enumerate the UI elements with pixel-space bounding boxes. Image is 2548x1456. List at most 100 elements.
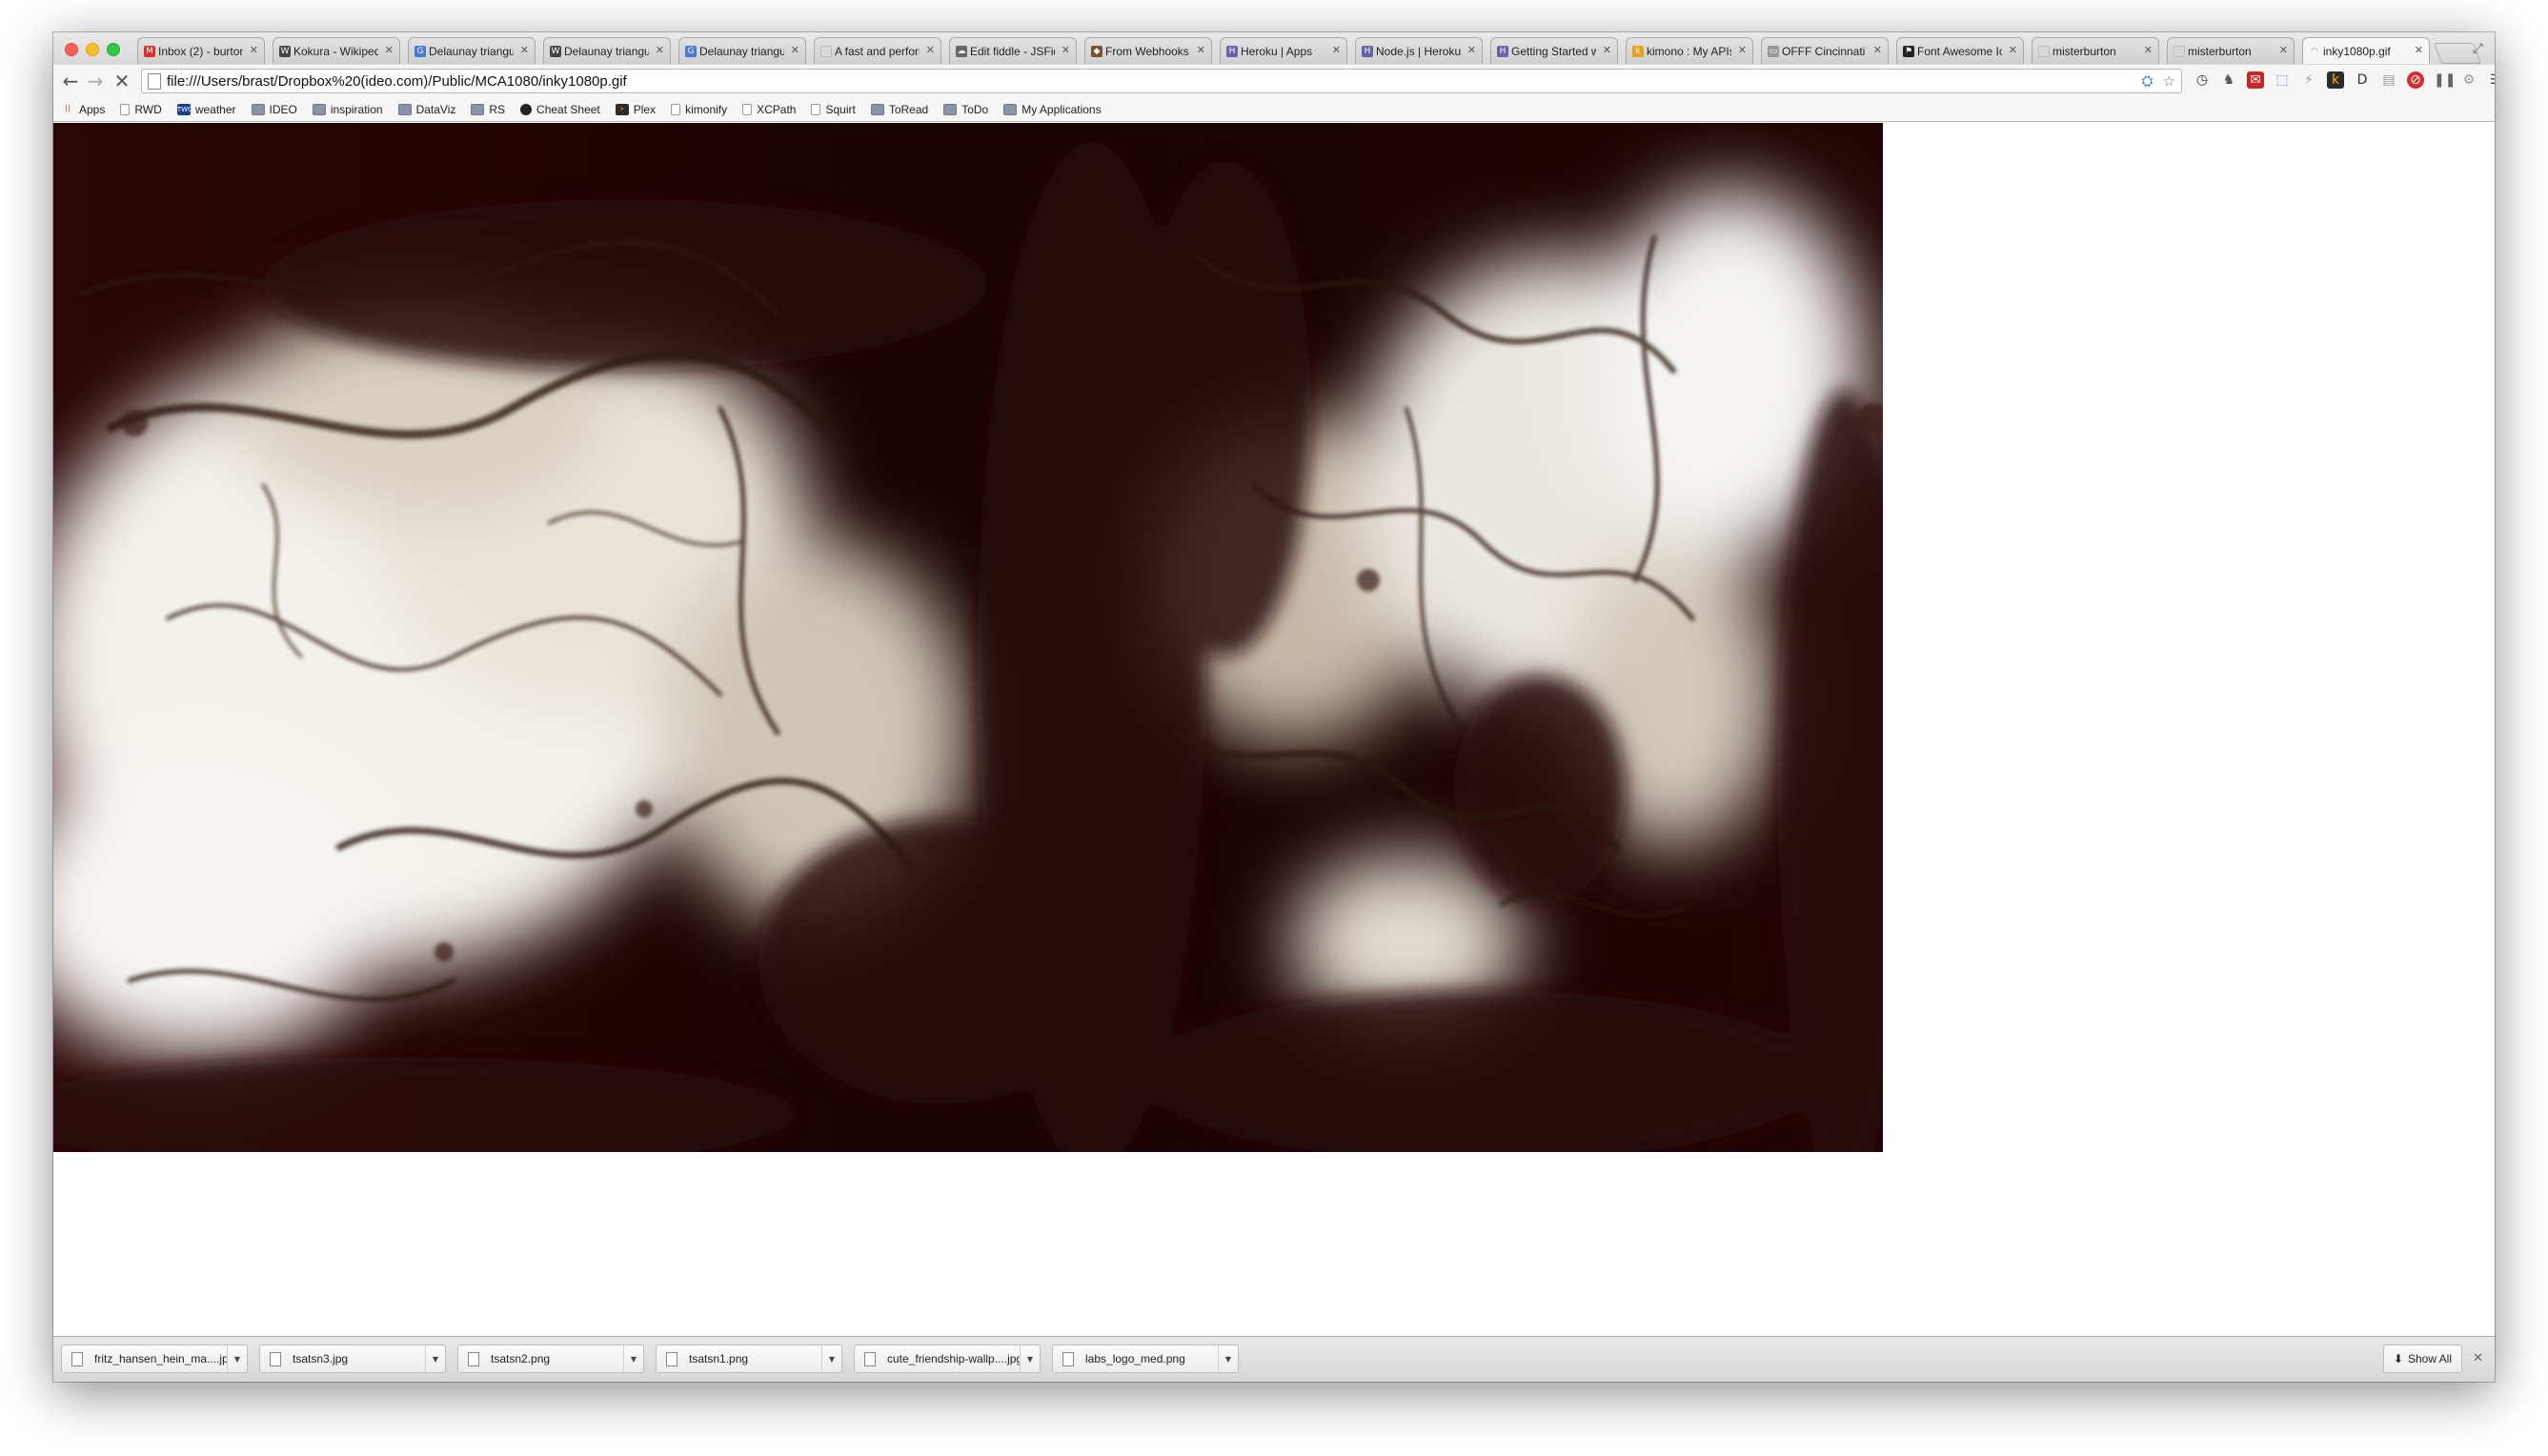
download-menu-icon[interactable]: ▼ — [227, 1345, 247, 1372]
tab-close-icon[interactable]: ✕ — [520, 44, 529, 56]
url-text[interactable]: file:///Users/brast/Dropbox%20(ideo.com)… — [167, 73, 627, 90]
bookmark-rwd[interactable]: RWD — [120, 103, 162, 116]
tab-close-icon[interactable]: ✕ — [1332, 44, 1341, 56]
extension-pause-icon[interactable]: ❚❚ — [2434, 71, 2456, 89]
tab[interactable]: ◆ From Webhooks ✕ — [1084, 37, 1212, 64]
stop-loading-button[interactable]: ✕ — [111, 70, 133, 92]
fullscreen-icon[interactable]: ⤢ — [2473, 40, 2483, 56]
zoom-window-button[interactable] — [107, 43, 120, 56]
extension-clock-icon[interactable]: ◷ — [2194, 71, 2211, 89]
bookmark-kimonify[interactable]: kimonify — [671, 103, 727, 116]
tab[interactable]: misterburton ✕ — [2167, 37, 2295, 64]
back-button[interactable]: ← — [59, 70, 82, 92]
bookmark-squirt[interactable]: Squirt — [811, 103, 856, 116]
tab-close-icon[interactable]: ✕ — [1062, 44, 1070, 56]
tab-title: OFFF Cincinnati — [1782, 44, 1866, 58]
tab[interactable]: WKokura - Wikipedia ✕ — [273, 37, 400, 64]
bookmark-toread[interactable]: ToRead — [870, 103, 928, 116]
tab[interactable]: H Heroku | Apps ✕ — [1220, 37, 1347, 64]
folder-icon — [251, 103, 265, 115]
bookmark-rs[interactable]: RS — [471, 103, 505, 116]
tab[interactable]: ▭ OFFF Cincinnati ✕ — [1761, 37, 1889, 64]
toolbar: ← → ✕ file:///Users/brast/Dropbox%20(ide… — [53, 65, 2495, 97]
forward-button[interactable]: → — [84, 70, 107, 92]
bookmark-todo[interactable]: ToDo — [943, 103, 988, 116]
tab[interactable]: ☁Edit fiddle - JSFiddle ✕ — [949, 37, 1077, 64]
tab[interactable]: ⚑Font Awesome Icons ✕ — [1896, 37, 2024, 64]
bookmark-label: DataViz — [415, 102, 456, 116]
tab-close-icon[interactable]: ✕ — [1738, 44, 1747, 56]
tab[interactable]: GDelaunay triangulation ✕ — [408, 37, 536, 64]
tab-close-icon[interactable]: ✕ — [2009, 44, 2017, 56]
tab[interactable]: M Inbox (2) - burton ✕ — [137, 37, 265, 64]
tab-title: From Webhooks — [1105, 44, 1189, 58]
minimize-window-button[interactable] — [86, 43, 99, 56]
tab[interactable]: A fast and performant ✕ — [814, 37, 941, 64]
extension-kimono-icon[interactable]: k — [2327, 71, 2344, 89]
bookmark-ideo[interactable]: IDEO — [251, 103, 297, 116]
file-icon — [71, 1351, 83, 1366]
folder-icon — [943, 103, 958, 115]
tab-close-icon[interactable]: ✕ — [2144, 44, 2153, 56]
tab-active[interactable]: ◠ inky1080p.gif ✕ — [2302, 37, 2430, 64]
bookmark-label: XCPath — [757, 102, 797, 116]
download-menu-icon[interactable]: ▼ — [1020, 1345, 1040, 1372]
extension-evernote-icon[interactable]: ♞ — [2220, 71, 2237, 89]
tab-close-icon[interactable]: ✕ — [926, 44, 935, 56]
extension-inbox-icon[interactable]: ▤ — [2380, 71, 2397, 89]
download-item[interactable]: labs_logo_med.png ▼ — [1052, 1345, 1239, 1373]
tab-close-icon[interactable]: ✕ — [1467, 44, 1476, 56]
tab-title: Kokura - Wikipedia — [293, 44, 378, 58]
download-menu-icon[interactable]: ▼ — [623, 1345, 643, 1372]
download-menu-icon[interactable]: ▼ — [1218, 1345, 1238, 1372]
address-bar[interactable]: file:///Users/brast/Dropbox%20(ideo.com)… — [141, 69, 2182, 93]
download-item[interactable]: cute_friendship-wallp....jpg ▼ — [854, 1345, 1041, 1373]
heroku-icon: H — [1497, 45, 1508, 57]
bookmark-weather[interactable]: TWC weather — [176, 103, 236, 116]
extension-wand-icon[interactable]: ⚡ — [2300, 71, 2317, 89]
download-item[interactable]: tsatsn2.png ▼ — [457, 1345, 644, 1373]
tab-close-icon[interactable]: ✕ — [1603, 44, 1611, 56]
tab[interactable]: k kimono : My APIs ✕ — [1626, 37, 1753, 64]
bookmarks-bar: ⁞⁞ Apps RWD TWC weather IDEO inspiration DataVi… — [53, 97, 2495, 122]
tab-close-icon[interactable]: ✕ — [385, 44, 394, 56]
download-item[interactable]: fritz_hansen_hein_ma....jpg ▼ — [61, 1345, 248, 1373]
bookmark-plex[interactable]: › Plex — [615, 103, 656, 116]
download-menu-icon[interactable]: ▼ — [425, 1345, 445, 1372]
tab[interactable]: misterburton ✕ — [2032, 37, 2159, 64]
bookmark-xcpath[interactable]: XCPath — [742, 103, 796, 116]
tab-close-icon[interactable]: ✕ — [791, 44, 799, 56]
close-downloads-shelf-icon[interactable]: ✕ — [2473, 1350, 2483, 1365]
file-icon — [270, 1351, 281, 1366]
tab[interactable]: WDelaunay triangulation ✕ — [543, 37, 671, 64]
forward-arrow-icon: → — [87, 70, 104, 92]
tab-close-icon[interactable]: ✕ — [1873, 44, 1882, 56]
bookmark-inspiration[interactable]: inspiration — [312, 103, 383, 116]
tab-close-icon[interactable]: ✕ — [656, 44, 664, 56]
tab-close-icon[interactable]: ✕ — [250, 44, 258, 56]
chrome-menu-icon[interactable]: ☰ — [2487, 71, 2495, 89]
close-window-button[interactable] — [65, 43, 78, 56]
extension-mail-badge-icon[interactable]: ✉ — [2247, 71, 2264, 89]
tab-close-icon[interactable]: ✕ — [1197, 44, 1205, 56]
download-item[interactable]: tsatsn3.jpg ▼ — [259, 1345, 446, 1373]
translate-icon[interactable]: ⛭ — [2142, 72, 2154, 90]
extension-screenshot-icon[interactable]: ⬚ — [2274, 71, 2291, 89]
bookmark-apps[interactable]: ⁞⁞ Apps — [61, 103, 106, 116]
tab[interactable]: GDelaunay triangulation ✕ — [678, 37, 806, 64]
bookmark-cheat-sheet[interactable]: Cheat Sheet — [520, 103, 600, 116]
tab[interactable]: H Node.js | Heroku ✕ — [1355, 37, 1483, 64]
page-icon — [811, 103, 821, 115]
tab-close-icon[interactable]: ✕ — [2415, 44, 2423, 56]
download-menu-icon[interactable]: ▼ — [821, 1345, 841, 1372]
bookmark-my-applications[interactable]: My Applications — [1003, 103, 1102, 116]
tab-close-icon[interactable]: ✕ — [2279, 44, 2288, 56]
bookmark-dataviz[interactable]: DataViz — [397, 102, 456, 116]
extension-settings-icon[interactable]: ⚙ — [2460, 71, 2477, 89]
extension-block-icon[interactable]: ⊘ — [2407, 71, 2424, 89]
extension-dispatch-icon[interactable]: D — [2354, 71, 2371, 89]
tab[interactable]: HGetting Started with ✕ — [1490, 37, 1618, 64]
bookmark-star-icon[interactable]: ☆ — [2163, 72, 2175, 90]
show-all-downloads-button[interactable]: ⬇ Show All — [2382, 1345, 2462, 1373]
download-item[interactable]: tsatsn1.png ▼ — [656, 1345, 842, 1373]
